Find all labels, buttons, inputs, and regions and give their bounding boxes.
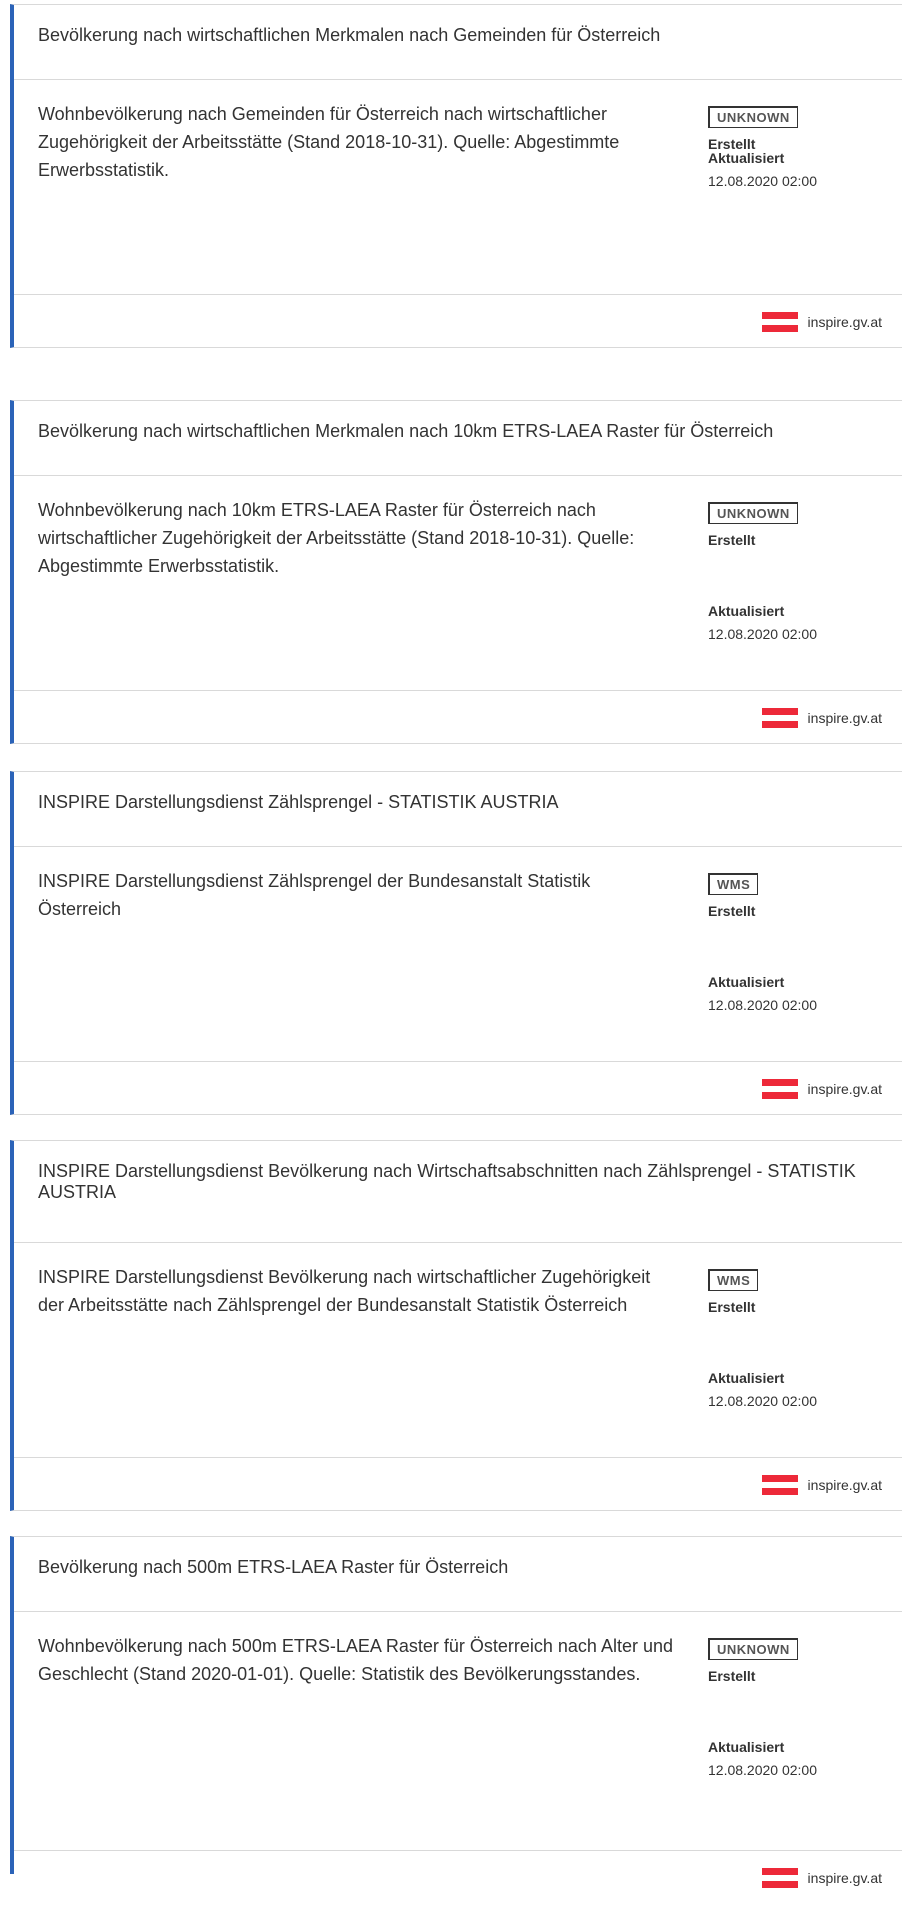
updated-value: 12.08.2020 02:00 — [708, 1393, 817, 1409]
format-badge: UNKNOWN — [708, 1638, 798, 1660]
austria-flag-icon — [761, 1079, 798, 1099]
result-description: INSPIRE Darstellungsdienst Zählsprengel … — [38, 871, 591, 919]
result-title[interactable]: Bevölkerung nach wirtschaftlichen Merkma… — [14, 401, 902, 476]
source-label: inspire.gv.at — [807, 314, 882, 330]
austria-flag-icon — [761, 1475, 798, 1495]
updated-label: Aktualisiert — [708, 603, 785, 619]
austria-flag-icon — [761, 1868, 798, 1888]
result-meta: UNKNOWN Erstellt Aktualisiert 12.08.2020… — [708, 1638, 898, 1778]
result-card[interactable]: Bevölkerung nach wirtschaftlichen Merkma… — [10, 400, 902, 744]
result-title[interactable]: INSPIRE Darstellungsdienst Bevölkerung n… — [14, 1141, 902, 1243]
source-label: inspire.gv.at — [807, 710, 882, 726]
result-meta: UNKNOWN Erstellt Aktualisiert 12.08.2020… — [708, 502, 898, 642]
updated-label: Aktualisiert — [708, 1370, 785, 1386]
result-body: Wohnbevölkerung nach 500m ETRS-LAEA Rast… — [14, 1612, 902, 1828]
result-meta: WMS Erstellt Aktualisiert 12.08.2020 02:… — [708, 873, 898, 1013]
result-meta: WMS Erstellt Aktualisiert 12.08.2020 02:… — [708, 1269, 898, 1409]
result-card[interactable]: INSPIRE Darstellungsdienst Bevölkerung n… — [10, 1140, 902, 1511]
result-title[interactable]: Bevölkerung nach 500m ETRS-LAEA Raster f… — [14, 1537, 902, 1612]
updated-label: Aktualisiert — [708, 1739, 785, 1755]
austria-flag-icon — [761, 708, 798, 728]
result-meta: UNKNOWN Erstellt Aktualisiert 12.08.2020… — [708, 106, 898, 189]
source-label: inspire.gv.at — [807, 1081, 882, 1097]
format-badge: UNKNOWN — [708, 502, 798, 524]
source-label: inspire.gv.at — [807, 1477, 882, 1493]
result-footer: inspire.gv.at — [14, 1061, 902, 1114]
source-link[interactable]: inspire.gv.at — [761, 708, 882, 728]
updated-value: 12.08.2020 02:00 — [708, 997, 817, 1013]
updated-value: 12.08.2020 02:00 — [708, 173, 817, 189]
result-footer: inspire.gv.at — [14, 294, 902, 347]
format-badge: UNKNOWN — [708, 106, 798, 128]
result-footer: inspire.gv.at — [14, 1850, 902, 1910]
source-link[interactable]: inspire.gv.at — [761, 1475, 882, 1495]
result-card[interactable]: Bevölkerung nach 500m ETRS-LAEA Raster f… — [10, 1536, 902, 1888]
result-title[interactable]: INSPIRE Darstellungsdienst Zählsprengel … — [14, 772, 902, 847]
updated-value: 12.08.2020 02:00 — [708, 626, 817, 642]
result-card[interactable]: Bevölkerung nach wirtschaftlichen Merkma… — [10, 4, 902, 348]
created-label: Erstellt — [708, 903, 756, 919]
source-label: inspire.gv.at — [807, 1870, 882, 1886]
result-description: Wohnbevölkerung nach Gemeinden für Öster… — [38, 104, 620, 180]
format-badge: WMS — [708, 1269, 759, 1291]
austria-flag-icon — [761, 312, 798, 332]
result-body: INSPIRE Darstellungsdienst Bevölkerung n… — [14, 1243, 902, 1459]
result-description: Wohnbevölkerung nach 10km ETRS-LAEA Rast… — [38, 500, 635, 576]
result-footer: inspire.gv.at — [14, 1457, 902, 1510]
result-body: Wohnbevölkerung nach Gemeinden für Öster… — [14, 80, 902, 296]
source-link[interactable]: inspire.gv.at — [761, 1079, 882, 1099]
result-body: Wohnbevölkerung nach 10km ETRS-LAEA Rast… — [14, 476, 902, 692]
updated-label: Aktualisiert — [708, 974, 785, 990]
format-badge: WMS — [708, 873, 759, 895]
updated-label: Aktualisiert — [708, 150, 785, 166]
source-link[interactable]: inspire.gv.at — [761, 1868, 882, 1888]
result-description: Wohnbevölkerung nach 500m ETRS-LAEA Rast… — [38, 1636, 673, 1684]
updated-value: 12.08.2020 02:00 — [708, 1762, 817, 1778]
result-body: INSPIRE Darstellungsdienst Zählsprengel … — [14, 847, 902, 1063]
result-title[interactable]: Bevölkerung nach wirtschaftlichen Merkma… — [14, 5, 902, 80]
source-link[interactable]: inspire.gv.at — [761, 312, 882, 332]
created-label: Erstellt — [708, 1668, 756, 1684]
result-description: INSPIRE Darstellungsdienst Bevölkerung n… — [38, 1267, 651, 1315]
created-label: Erstellt — [708, 1299, 756, 1315]
result-footer: inspire.gv.at — [14, 690, 902, 743]
result-card[interactable]: INSPIRE Darstellungsdienst Zählsprengel … — [10, 771, 902, 1115]
created-label: Erstellt — [708, 532, 756, 548]
